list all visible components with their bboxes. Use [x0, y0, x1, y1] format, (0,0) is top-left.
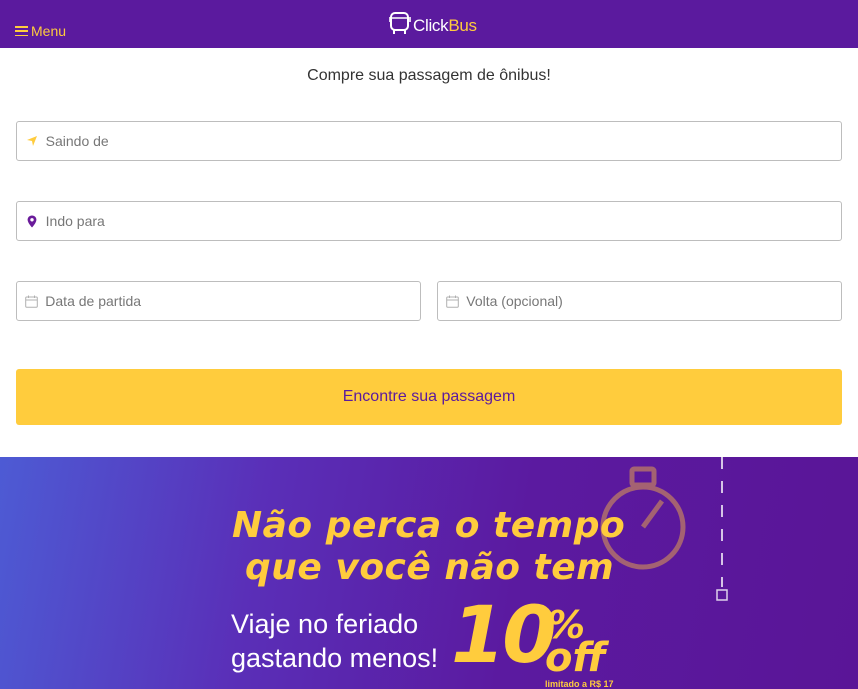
top-bar: Menu ClickBus: [0, 0, 858, 48]
return-date-field[interactable]: [437, 281, 842, 321]
departure-date-field[interactable]: [16, 281, 421, 321]
menu-button[interactable]: Menu: [15, 23, 66, 39]
discount-limit: limitado a R$ 17: [545, 679, 614, 689]
clickbus-logo[interactable]: ClickBus: [388, 11, 477, 40]
logo-text: ClickBus: [413, 15, 477, 35]
banner-headline-line2: que você não tem: [245, 547, 615, 588]
banner-subtext-line1: Viaje no feriado: [231, 609, 419, 639]
location-arrow-icon: [25, 134, 39, 148]
promo-banner[interactable]: Não perca o tempo que você não tem Viaje…: [0, 457, 858, 689]
map-pin-icon: [25, 214, 39, 228]
menu-label: Menu: [31, 23, 67, 39]
hamburger-icon: [15, 26, 28, 36]
bus-icon: [388, 11, 411, 40]
banner-subtext-line2: gastando menos!: [231, 643, 439, 673]
calendar-icon: [25, 294, 38, 308]
search-submit-button[interactable]: Encontre sua passagem: [16, 369, 842, 425]
discount-number: 10: [451, 591, 557, 681]
origin-field[interactable]: [16, 121, 842, 161]
page-subtitle: Compre sua passagem de ônibus!: [307, 67, 551, 84]
calendar-icon: [446, 294, 459, 308]
route-end-marker: [716, 589, 728, 601]
banner-headline-line1: Não perca o tempo: [232, 505, 626, 546]
return-date-input[interactable]: [466, 293, 841, 309]
departure-date-input[interactable]: [45, 293, 420, 309]
destination-input[interactable]: [45, 213, 841, 229]
origin-input[interactable]: [45, 133, 841, 149]
destination-field[interactable]: [16, 201, 842, 241]
discount-off: off: [545, 635, 606, 681]
